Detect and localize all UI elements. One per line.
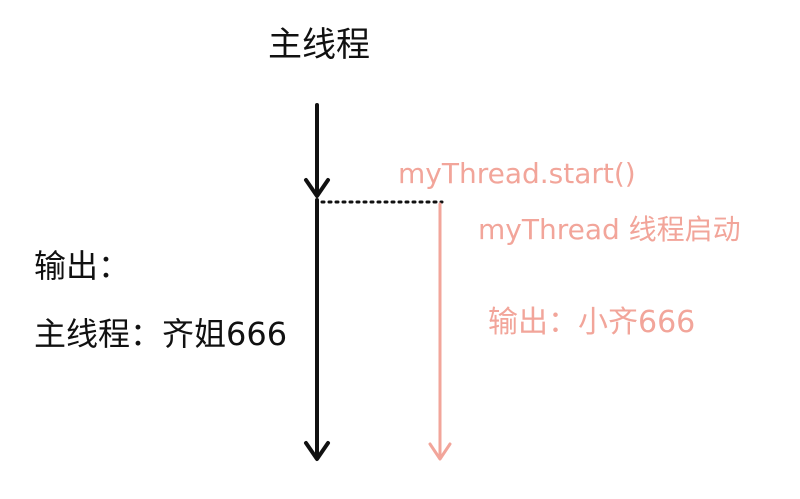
- main-thread-title: 主线程: [268, 25, 370, 65]
- thread-started-label: myThread 线程启动: [478, 213, 741, 246]
- main-output-heading: 输出：: [34, 247, 131, 285]
- main-output-value: 主线程：齐姐666: [34, 315, 288, 353]
- thread-output-label: 输出：小齐666: [488, 305, 696, 340]
- thread-start-call-label: myThread.start(): [398, 157, 636, 190]
